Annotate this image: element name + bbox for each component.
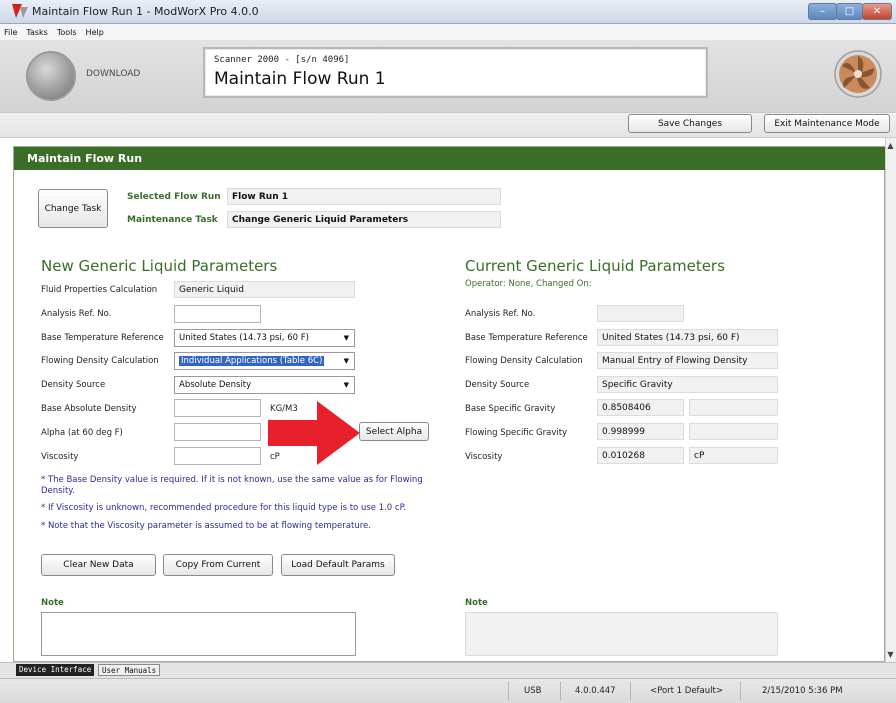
density-source-label: Density Source	[41, 380, 106, 390]
toolbar	[0, 112, 896, 138]
current-base-temp-label: Base Temperature Reference	[465, 333, 588, 343]
selected-flow-run-field: Flow Run 1	[227, 188, 501, 205]
change-task-button[interactable]: Change Task	[38, 189, 108, 228]
current-density-source-label: Density Source	[465, 380, 530, 390]
alpha-label: Alpha (at 60 deg F)	[41, 428, 123, 438]
flowing-density-select[interactable]: Individual Applications (Table 6C) ▼	[174, 352, 355, 370]
density-source-value: Absolute Density	[179, 380, 252, 390]
download-button[interactable]	[26, 51, 76, 101]
menu-bar: File Tasks Tools Help	[0, 24, 896, 40]
operator-line: Operator: None, Changed On:	[465, 279, 592, 289]
new-note-heading: Note	[41, 598, 64, 608]
note-viscosity-flowing: * Note that the Viscosity parameter is a…	[41, 521, 371, 531]
status-version: 4.0.0.447	[575, 686, 616, 696]
current-flowing-density-field: Manual Entry of Flowing Density	[597, 352, 778, 369]
close-button[interactable]: ✕	[862, 3, 892, 20]
note-base-density: * The Base Density value is required. If…	[41, 475, 423, 496]
status-divider	[630, 682, 631, 700]
maintenance-task-label: Maintenance Task	[127, 215, 218, 225]
device-id: Scanner 2000 - [s/n 4096]	[214, 55, 350, 65]
selected-flow-run-label: Selected Flow Run	[127, 192, 221, 202]
status-divider	[560, 682, 561, 700]
base-abs-density-label: Base Absolute Density	[41, 404, 137, 414]
save-changes-button[interactable]: Save Changes	[628, 114, 752, 133]
load-default-params-button[interactable]: Load Default Params	[281, 554, 395, 576]
clear-new-data-button[interactable]: Clear New Data	[41, 554, 156, 576]
dropdown-arrow-icon: ▼	[343, 381, 349, 389]
status-divider	[508, 682, 509, 700]
minimize-button[interactable]: –	[808, 3, 837, 20]
current-flowing-sg-field: 0.998999	[597, 423, 684, 440]
current-flowing-density-label: Flowing Density Calculation	[465, 356, 583, 366]
current-density-source-field: Specific Gravity	[597, 376, 778, 393]
tab-user-manuals[interactable]: User Manuals	[98, 664, 161, 676]
current-viscosity-label: Viscosity	[465, 452, 503, 462]
current-viscosity-field: 0.010268	[597, 447, 684, 464]
new-note-textarea[interactable]	[41, 612, 356, 656]
tab-device-interface[interactable]: Device Interface	[16, 664, 95, 676]
dropdown-arrow-icon: ▼	[343, 357, 349, 365]
red-arrow-icon	[268, 401, 360, 465]
scroll-up-icon[interactable]: ▲	[885, 138, 896, 152]
current-params-heading: Current Generic Liquid Parameters	[465, 257, 725, 275]
current-base-sg-unit-field	[689, 399, 778, 416]
status-connection: USB	[524, 686, 542, 696]
page-title: Maintain Flow Run 1	[214, 69, 386, 89]
new-params-heading: New Generic Liquid Parameters	[41, 257, 278, 275]
fluid-calc-field: Generic Liquid	[174, 281, 355, 298]
base-temp-select[interactable]: United States (14.73 psi, 60 F) ▼	[174, 329, 355, 347]
maximize-button[interactable]: □	[836, 3, 863, 20]
current-viscosity-unit-field: cP	[689, 447, 778, 464]
menu-tools[interactable]: Tools	[57, 28, 77, 37]
vertical-scrollbar[interactable]	[885, 138, 896, 662]
window-title: Maintain Flow Run 1 - ModWorX Pro 4.0.0	[32, 5, 259, 18]
base-abs-density-input[interactable]	[174, 399, 261, 417]
select-alpha-button[interactable]: Select Alpha	[359, 422, 429, 441]
dropdown-arrow-icon: ▼	[343, 334, 349, 342]
current-base-temp-field: United States (14.73 psi, 60 F)	[597, 329, 778, 346]
app-logo-icon	[12, 4, 28, 18]
current-flowing-sg-label: Flowing Specific Gravity	[465, 428, 568, 438]
base-temp-label: Base Temperature Reference	[41, 333, 164, 343]
base-temp-value: United States (14.73 psi, 60 F)	[179, 333, 309, 343]
alpha-input[interactable]	[174, 423, 261, 441]
status-datetime: 2/15/2010 5:36 PM	[762, 686, 843, 696]
section-header: Maintain Flow Run	[14, 147, 885, 170]
density-source-select[interactable]: Absolute Density ▼	[174, 376, 355, 394]
analysis-ref-input[interactable]	[174, 305, 261, 323]
flowing-density-label: Flowing Density Calculation	[41, 356, 159, 366]
current-base-sg-label: Base Specific Gravity	[465, 404, 556, 414]
flowing-density-value: Individual Applications (Table 6C)	[179, 356, 325, 366]
viscosity-label: Viscosity	[41, 452, 79, 462]
scroll-down-icon[interactable]: ▼	[885, 647, 896, 661]
current-flowing-sg-unit-field	[689, 423, 778, 440]
current-analysis-ref-field	[597, 305, 684, 322]
current-note-heading: Note	[465, 598, 488, 608]
viscosity-input[interactable]	[174, 447, 261, 465]
current-note-textarea	[465, 612, 778, 656]
analysis-ref-label: Analysis Ref. No.	[41, 309, 112, 319]
download-label[interactable]: DOWNLOAD	[86, 69, 140, 79]
menu-tasks[interactable]: Tasks	[26, 28, 47, 37]
status-divider	[740, 682, 741, 700]
status-port: <Port 1 Default>	[650, 686, 723, 696]
copy-from-current-button[interactable]: Copy From Current	[163, 554, 273, 576]
exit-maintenance-button[interactable]: Exit Maintenance Mode	[764, 114, 890, 133]
fluid-calc-label: Fluid Properties Calculation	[41, 285, 158, 295]
fan-icon	[834, 50, 882, 98]
current-base-sg-field: 0.8508406	[597, 399, 684, 416]
maintenance-task-field: Change Generic Liquid Parameters	[227, 211, 501, 228]
menu-file[interactable]: File	[4, 28, 17, 37]
menu-help[interactable]: Help	[86, 28, 104, 37]
note-viscosity-default: * If Viscosity is unknown, recommended p…	[41, 503, 407, 513]
current-analysis-ref-label: Analysis Ref. No.	[465, 309, 536, 319]
